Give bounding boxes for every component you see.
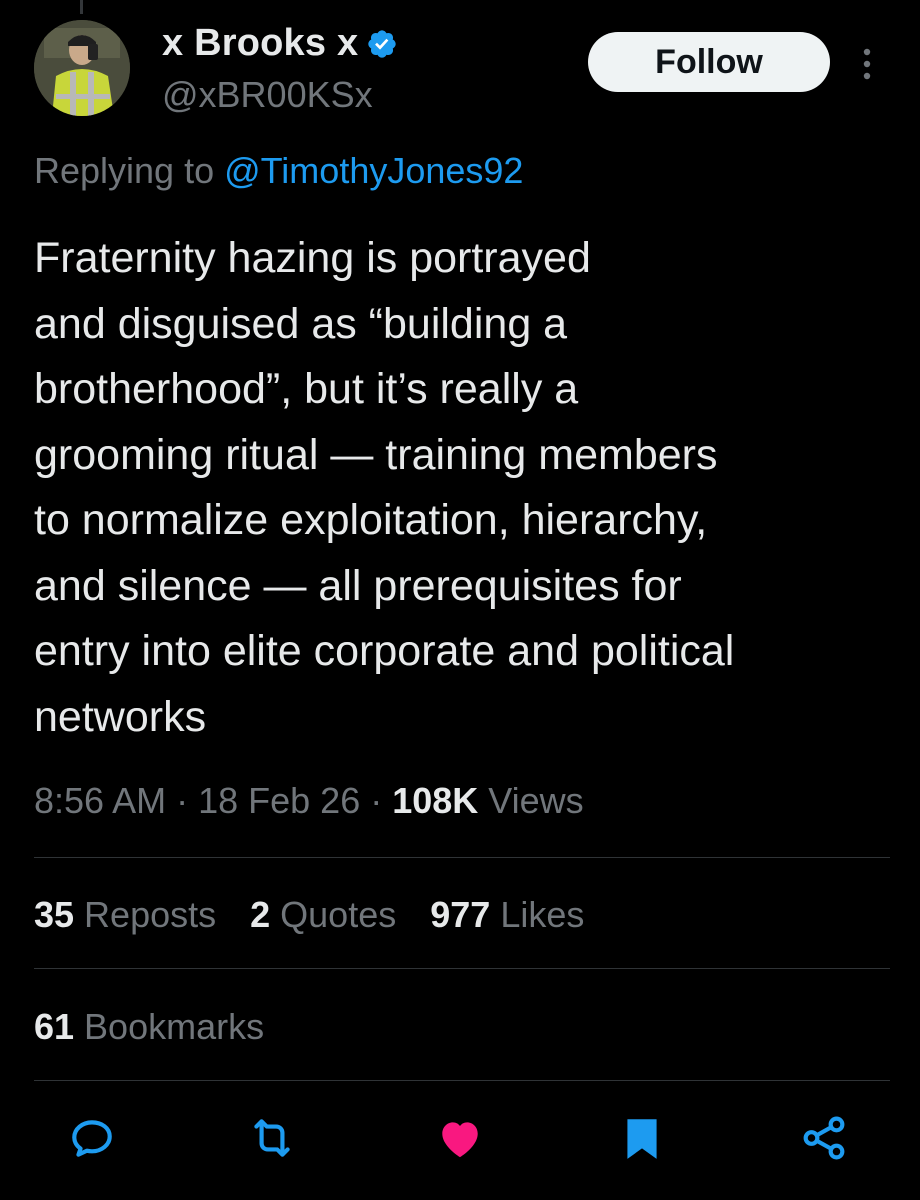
repost-button[interactable] — [244, 1110, 300, 1166]
thread-connector-line — [80, 0, 83, 14]
display-name[interactable]: x Brooks x — [162, 22, 358, 65]
divider — [34, 1080, 890, 1081]
bookmarks-stat[interactable]: 61 Bookmarks — [34, 1006, 264, 1048]
quotes-count: 2 — [250, 894, 271, 935]
divider — [34, 968, 890, 969]
engagement-stats: 35 Reposts 2 Quotes 977 Likes — [34, 894, 618, 936]
likes-count: 977 — [430, 894, 491, 935]
repost-icon — [254, 1119, 290, 1157]
reposts-stat[interactable]: 35 Reposts — [34, 894, 216, 936]
more-vertical-icon[interactable] — [860, 44, 874, 84]
avatar[interactable] — [34, 20, 130, 116]
tweet-text: Fraternity hazing is portrayed and disgu… — [34, 234, 735, 741]
tweet-header: x Brooks x @xBR00KSx Follow — [34, 20, 884, 120]
name-row: x Brooks x — [162, 22, 398, 65]
follow-button[interactable]: Follow — [588, 32, 830, 92]
reply-mention-link[interactable]: @TimothyJones92 — [224, 150, 523, 191]
reposts-count: 35 — [34, 894, 75, 935]
quotes-label: Quotes — [270, 894, 397, 935]
reposts-label: Reposts — [74, 894, 217, 935]
meta-separator: · — [166, 780, 199, 821]
bookmarks-label: Bookmarks — [74, 1006, 265, 1047]
likes-label: Likes — [490, 894, 585, 935]
like-button[interactable] — [432, 1110, 488, 1166]
replying-to-label: Replying to — [34, 150, 225, 191]
views-label: Views — [478, 780, 584, 821]
replying-to: Replying to @TimothyJones92 — [34, 150, 523, 192]
reply-button[interactable] — [64, 1110, 120, 1166]
like-icon — [442, 1122, 478, 1158]
meta-separator: · — [360, 780, 393, 821]
reply-icon — [72, 1120, 112, 1157]
views-count: 108K — [392, 780, 479, 821]
verified-badge-icon — [368, 29, 396, 58]
bookmark-icon — [627, 1119, 657, 1159]
tweet-meta: 8:56 AM · 18 Feb 26 · 108K Views — [34, 780, 584, 822]
tweet-time[interactable]: 8:56 AM — [34, 780, 166, 821]
bookmark-button[interactable] — [614, 1110, 670, 1166]
quotes-stat[interactable]: 2 Quotes — [250, 894, 396, 936]
share-button[interactable] — [796, 1110, 852, 1166]
action-bar — [0, 1110, 920, 1174]
divider — [34, 857, 890, 858]
likes-stat[interactable]: 977 Likes — [430, 894, 584, 936]
user-handle[interactable]: @xBR00KSx — [162, 74, 373, 116]
bookmarks-count: 61 — [34, 1006, 75, 1047]
tweet-date[interactable]: 18 Feb 26 — [198, 780, 360, 821]
share-icon — [803, 1116, 845, 1160]
